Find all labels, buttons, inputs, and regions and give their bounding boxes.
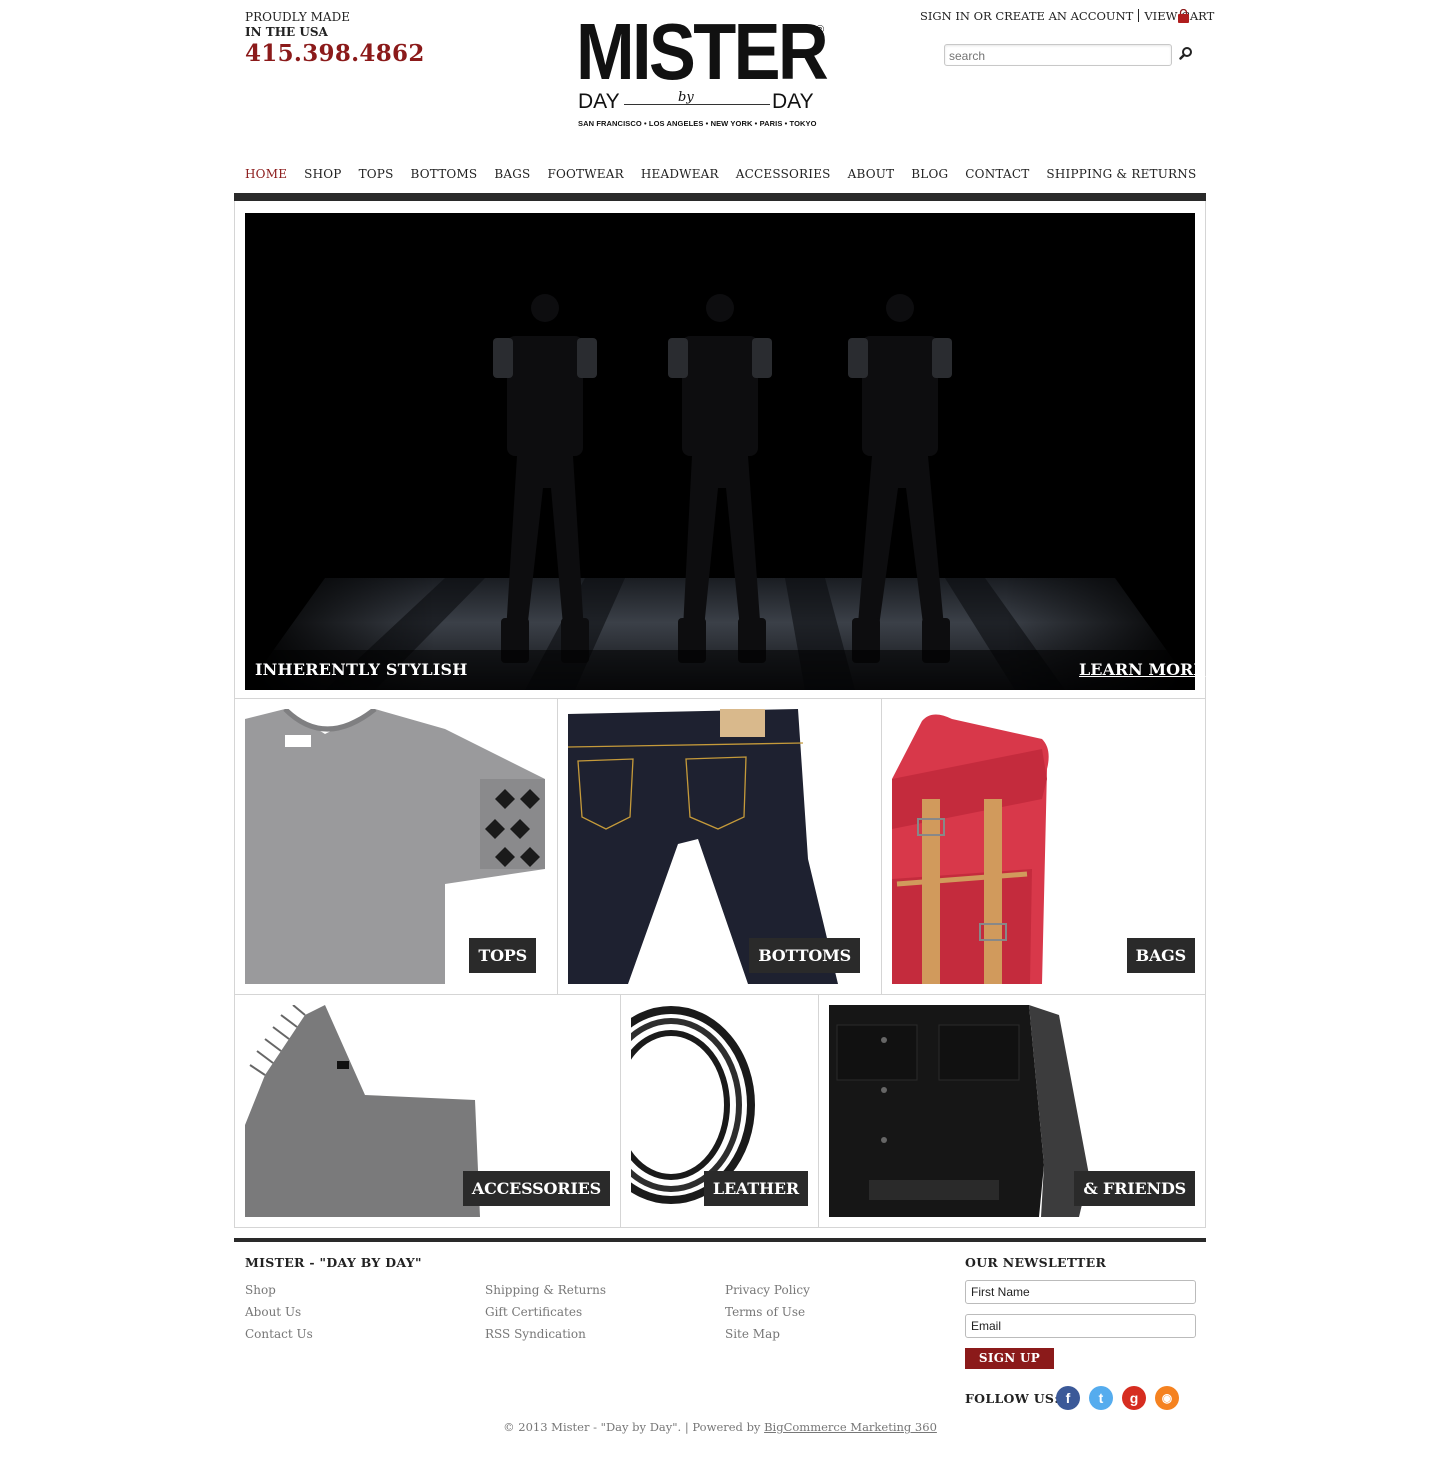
logo-by: by (678, 90, 694, 105)
search-input[interactable] (945, 47, 1168, 65)
logo-divider-line (624, 104, 770, 105)
search-icon[interactable] (1179, 46, 1193, 60)
footer-link-privacy[interactable]: Privacy Policy (725, 1279, 810, 1301)
grid-divider (234, 994, 1206, 995)
nav-shop[interactable]: SHOP (304, 167, 341, 181)
tile-friends[interactable]: & FRIENDS (829, 1005, 1195, 1217)
phone-number[interactable]: 415.398.4862 (245, 40, 425, 67)
grid-divider (620, 994, 621, 1227)
copyright-text: © 2013 Mister - "Day by Day". | Powered … (503, 1420, 765, 1434)
tile-bags[interactable]: BAGS (892, 709, 1195, 984)
rss-icon[interactable]: ◉ (1155, 1386, 1179, 1410)
footer-brand-title: MISTER - "DAY BY DAY" (245, 1255, 422, 1270)
footer-link-rss[interactable]: RSS Syndication (485, 1323, 606, 1345)
footer-links-col1: Shop About Us Contact Us (245, 1279, 313, 1345)
footer-link-terms[interactable]: Terms of Use (725, 1301, 810, 1323)
tagline-line1: PROUDLY MADE (245, 10, 350, 24)
account-links: SIGN IN OR CREATE AN ACCOUNT VIEW CART (920, 9, 1214, 23)
footer-links-col3: Privacy Policy Terms of Use Site Map (725, 1279, 810, 1345)
nav-underline-bar (234, 193, 1206, 201)
logo-registered-mark: ® (816, 24, 825, 36)
tile-label-bags: BAGS (1126, 938, 1195, 973)
first-name-input[interactable] (966, 1281, 1191, 1303)
nav-bottoms[interactable]: BOTTOMS (411, 167, 478, 181)
nav-home[interactable]: HOME (245, 167, 287, 181)
bigcommerce-link[interactable]: BigCommerce Marketing 360 (764, 1420, 937, 1434)
nav-accessories[interactable]: ACCESSORIES (736, 167, 831, 181)
tile-accessories[interactable]: ACCESSORIES (245, 1005, 610, 1217)
grid-divider (818, 994, 819, 1227)
made-in-usa-tagline: PROUDLY MADE IN THE USA (245, 10, 350, 40)
logo-cities: SAN FRANCISCO • LOS ANGELES • NEW YORK •… (578, 119, 817, 128)
google-plus-icon[interactable]: g (1122, 1386, 1146, 1410)
facebook-icon[interactable]: f (1056, 1386, 1080, 1410)
footer-link-about-us[interactable]: About Us (245, 1301, 313, 1323)
newsletter-email-field[interactable] (965, 1314, 1196, 1338)
grid-divider (234, 698, 1206, 699)
footer-link-gift-certificates[interactable]: Gift Certificates (485, 1301, 606, 1323)
newsletter-first-name-field[interactable] (965, 1280, 1196, 1304)
logo-day-left: DAY (578, 90, 620, 113)
follow-us-label: FOLLOW US: (965, 1391, 1060, 1406)
newsletter-title: OUR NEWSLETTER (965, 1255, 1107, 1270)
main-nav: HOME SHOP TOPS BOTTOMS BAGS FOOTWEAR HEADWEAR A… (245, 167, 1213, 181)
hero-banner[interactable] (245, 213, 1195, 690)
copyright: © 2013 Mister - "Day by Day". | Powered … (0, 1420, 1440, 1434)
footer-link-contact-us[interactable]: Contact Us (245, 1323, 313, 1345)
logo-day-right: DAY (772, 90, 814, 113)
tile-label-leather: LEATHER (703, 1171, 808, 1206)
tile-label-friends: & FRIENDS (1074, 1171, 1195, 1206)
footer-link-shop[interactable]: Shop (245, 1279, 313, 1301)
footer-link-shipping-returns[interactable]: Shipping & Returns (485, 1279, 606, 1301)
tagline-line2: IN THE USA (245, 25, 328, 39)
grid-divider (881, 698, 882, 994)
signup-button[interactable]: SIGN UP (965, 1348, 1054, 1369)
footer-links-col2: Shipping & Returns Gift Certificates RSS… (485, 1279, 606, 1345)
learn-more-link[interactable]: LEARN MORE (1079, 660, 1206, 679)
nav-bags[interactable]: BAGS (494, 167, 530, 181)
email-input[interactable] (966, 1315, 1191, 1337)
hero-image (245, 213, 1195, 690)
grid-divider (557, 698, 558, 994)
footer-link-sitemap[interactable]: Site Map (725, 1323, 810, 1345)
tile-bottoms[interactable]: BOTTOMS (568, 709, 871, 984)
footer-top-bar (234, 1238, 1206, 1242)
nav-blog[interactable]: BLOG (911, 167, 948, 181)
hero-caption: INHERENTLY STYLISH (255, 660, 468, 679)
tile-leather[interactable]: LEATHER (631, 1005, 808, 1217)
nav-about[interactable]: ABOUT (848, 167, 895, 181)
site-logo[interactable]: MISTER ® DAY by DAY SAN FRANCISCO • LOS … (576, 12, 832, 133)
account-separator (1138, 9, 1140, 22)
nav-headwear[interactable]: HEADWEAR (641, 167, 719, 181)
nav-tops[interactable]: TOPS (359, 167, 394, 181)
logo-wordmark: MISTER (576, 7, 829, 96)
sign-in-link[interactable]: SIGN IN OR CREATE AN ACCOUNT (920, 9, 1133, 23)
nav-contact[interactable]: CONTACT (965, 167, 1029, 181)
shopping-bag-icon[interactable] (1177, 9, 1190, 23)
nav-footwear[interactable]: FOOTWEAR (547, 167, 623, 181)
search-field[interactable] (944, 44, 1172, 66)
tile-label-bottoms: BOTTOMS (749, 938, 860, 973)
twitter-icon[interactable]: t (1089, 1386, 1113, 1410)
tile-label-tops: TOPS (469, 938, 536, 973)
nav-shipping-returns[interactable]: SHIPPING & RETURNS (1046, 167, 1196, 181)
tile-tops[interactable]: TOPS (245, 709, 547, 984)
tile-label-accessories: ACCESSORIES (462, 1171, 610, 1206)
